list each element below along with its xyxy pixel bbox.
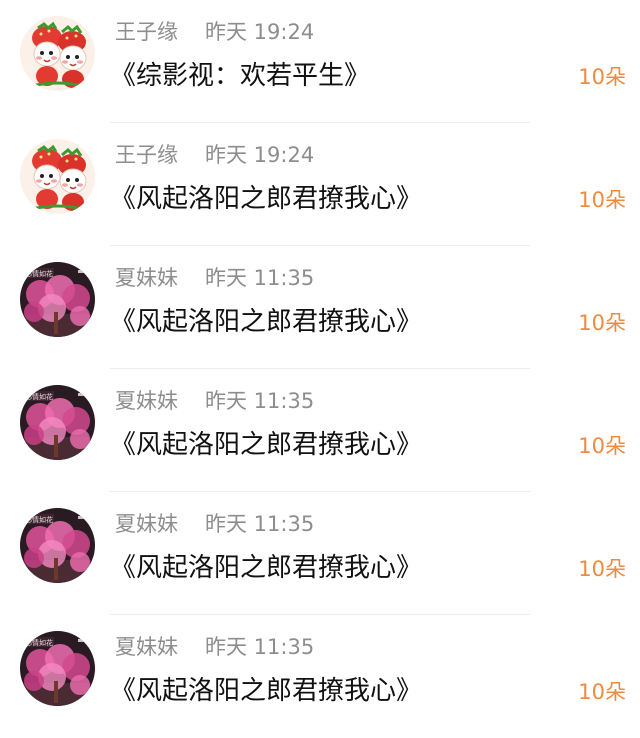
username[interactable]: 夏妹妹 [115,631,178,663]
timestamp: 昨天 19:24 [205,20,315,44]
pink-blossom-icon[interactable]: 心情如花 [20,508,95,583]
pink-blossom-icon[interactable]: 心情如花 [20,385,95,460]
flower-count: 10朵 [578,434,626,458]
list-item[interactable]: 王子缘 昨天 19:24 《风起洛阳之郎君撩我心》 10朵 [0,123,640,246]
book-title[interactable]: 《综影视：欢若平生》 [110,57,370,95]
strawberry-mascot-icon[interactable] [20,139,95,214]
svg-text:心情如花: 心情如花 [25,269,53,278]
timestamp: 昨天 11:35 [205,635,315,659]
book-title[interactable]: 《风起洛阳之郎君撩我心》 [110,303,422,341]
book-title[interactable]: 《风起洛阳之郎君撩我心》 [110,549,422,587]
pink-blossom-icon[interactable]: 心情如花 [20,262,95,337]
flower-count: 10朵 [578,65,626,89]
username[interactable]: 王子缘 [115,16,178,48]
list-item[interactable]: 心情如花 夏妹妹 昨天 11:35 《风起洛阳之郎君撩我心》 10朵 [0,369,640,492]
svg-text:心情如花: 心情如花 [25,392,53,401]
timestamp: 昨天 19:24 [205,143,315,167]
list-item[interactable]: 王子缘 昨天 19:24 《综影视：欢若平生》 10朵 [0,0,640,123]
book-title[interactable]: 《风起洛阳之郎君撩我心》 [110,426,422,464]
username[interactable]: 夏妹妹 [115,385,178,417]
timestamp: 昨天 11:35 [205,266,315,290]
pink-blossom-icon[interactable]: 心情如花 [20,631,95,706]
list-item[interactable]: 心情如花 夏妹妹 昨天 11:35 《风起洛阳之郎君撩我心》 10朵 [0,492,640,615]
book-title[interactable]: 《风起洛阳之郎君撩我心》 [110,180,422,218]
flower-count: 10朵 [578,680,626,704]
list-item[interactable]: 心情如花 夏妹妹 昨天 11:35 《风起洛阳之郎君撩我心》 10朵 [0,615,640,738]
svg-text:心情如花: 心情如花 [25,638,53,647]
book-title[interactable]: 《风起洛阳之郎君撩我心》 [110,672,422,710]
username[interactable]: 夏妹妹 [115,508,178,540]
flower-count: 10朵 [578,188,626,212]
username[interactable]: 王子缘 [115,139,178,171]
gift-record-list: 王子缘 昨天 19:24 《综影视：欢若平生》 10朵 王子缘 昨天 19:24… [0,0,640,738]
timestamp: 昨天 11:35 [205,389,315,413]
flower-count: 10朵 [578,311,626,335]
list-item[interactable]: 心情如花 夏妹妹 昨天 11:35 《风起洛阳之郎君撩我心》 10朵 [0,246,640,369]
flower-count: 10朵 [578,557,626,581]
timestamp: 昨天 11:35 [205,512,315,536]
strawberry-mascot-icon[interactable] [20,16,95,91]
svg-text:心情如花: 心情如花 [25,515,53,524]
username[interactable]: 夏妹妹 [115,262,178,294]
